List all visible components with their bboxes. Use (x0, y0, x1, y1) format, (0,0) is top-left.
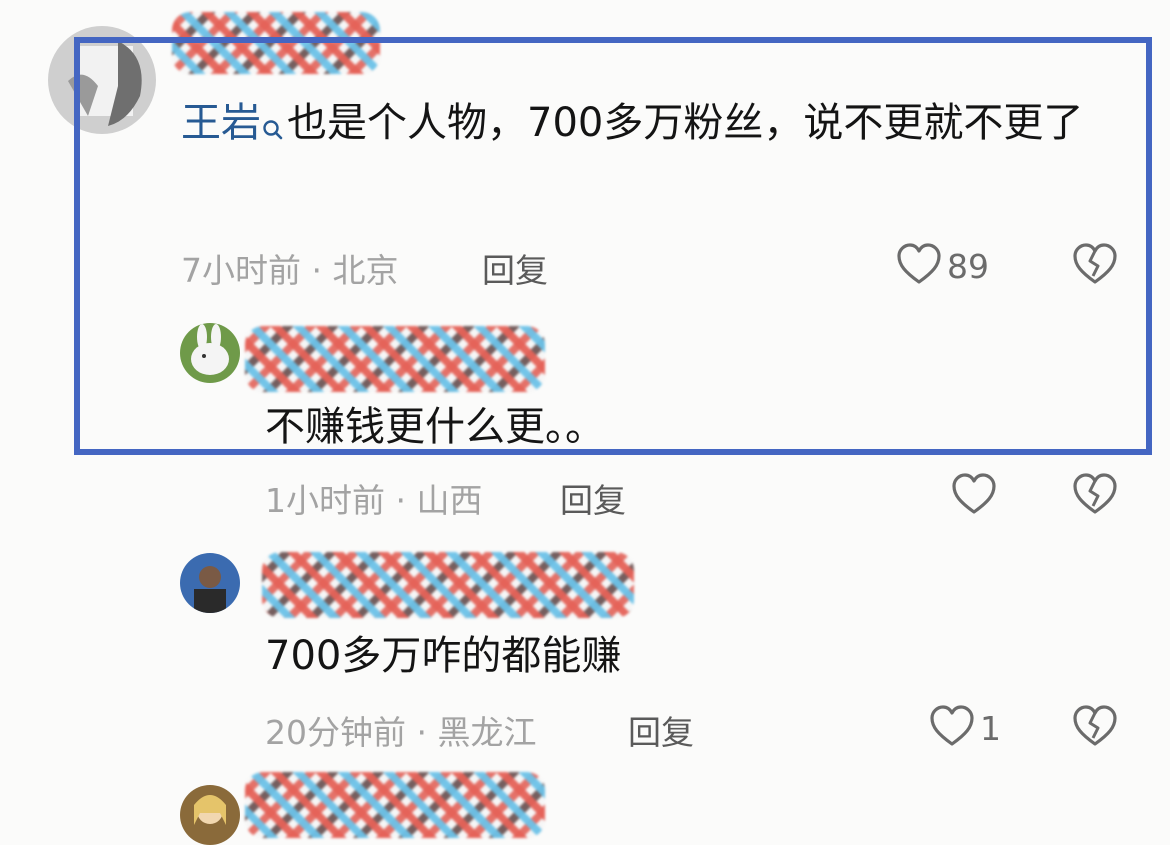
reply-button[interactable]: 回复 (628, 706, 694, 754)
comment-meta: 20分钟前 · 黑龙江 (265, 713, 537, 752)
reply-button[interactable]: 回复 (560, 474, 626, 522)
heart-icon (895, 242, 943, 290)
avatar[interactable] (180, 785, 240, 845)
username-redacted[interactable] (245, 326, 545, 392)
comment-text: 也是个人物，700多万粉丝，说不更就不更了 (287, 100, 1084, 146)
like-button[interactable] (950, 473, 1002, 519)
like-button[interactable]: 1 (928, 705, 1001, 751)
username-redacted[interactable] (262, 552, 634, 618)
like-button[interactable]: 89 (895, 243, 989, 289)
dislike-button[interactable] (1071, 705, 1119, 751)
like-count: 1 (980, 708, 1001, 748)
mention-link[interactable]: 王岩 (181, 100, 261, 146)
reply-text: 不赚钱更什么更。。 (265, 404, 605, 450)
comment-body: 王岩 也是个人物，700多万粉丝，说不更就不更了 (181, 89, 1111, 157)
avatar[interactable] (180, 553, 240, 613)
broken-heart-icon (1071, 472, 1119, 520)
broken-heart-icon (1071, 242, 1119, 290)
search-icon[interactable] (261, 97, 287, 140)
reply-text: 700多万咋的都能赚 (265, 633, 622, 679)
heart-icon (950, 472, 998, 520)
heart-icon (928, 704, 976, 752)
comment-meta: 1小时前 · 山西 (265, 481, 483, 520)
username-redacted[interactable] (172, 12, 380, 74)
avatar[interactable] (48, 26, 156, 134)
dislike-button[interactable] (1071, 243, 1119, 289)
reply-button[interactable]: 回复 (482, 244, 548, 292)
comment-meta: 7小时前 · 北京 (181, 251, 399, 290)
avatar[interactable] (180, 323, 240, 383)
username-redacted[interactable] (245, 772, 545, 838)
like-count: 89 (947, 246, 989, 286)
broken-heart-icon (1071, 704, 1119, 752)
dislike-button[interactable] (1071, 473, 1119, 519)
